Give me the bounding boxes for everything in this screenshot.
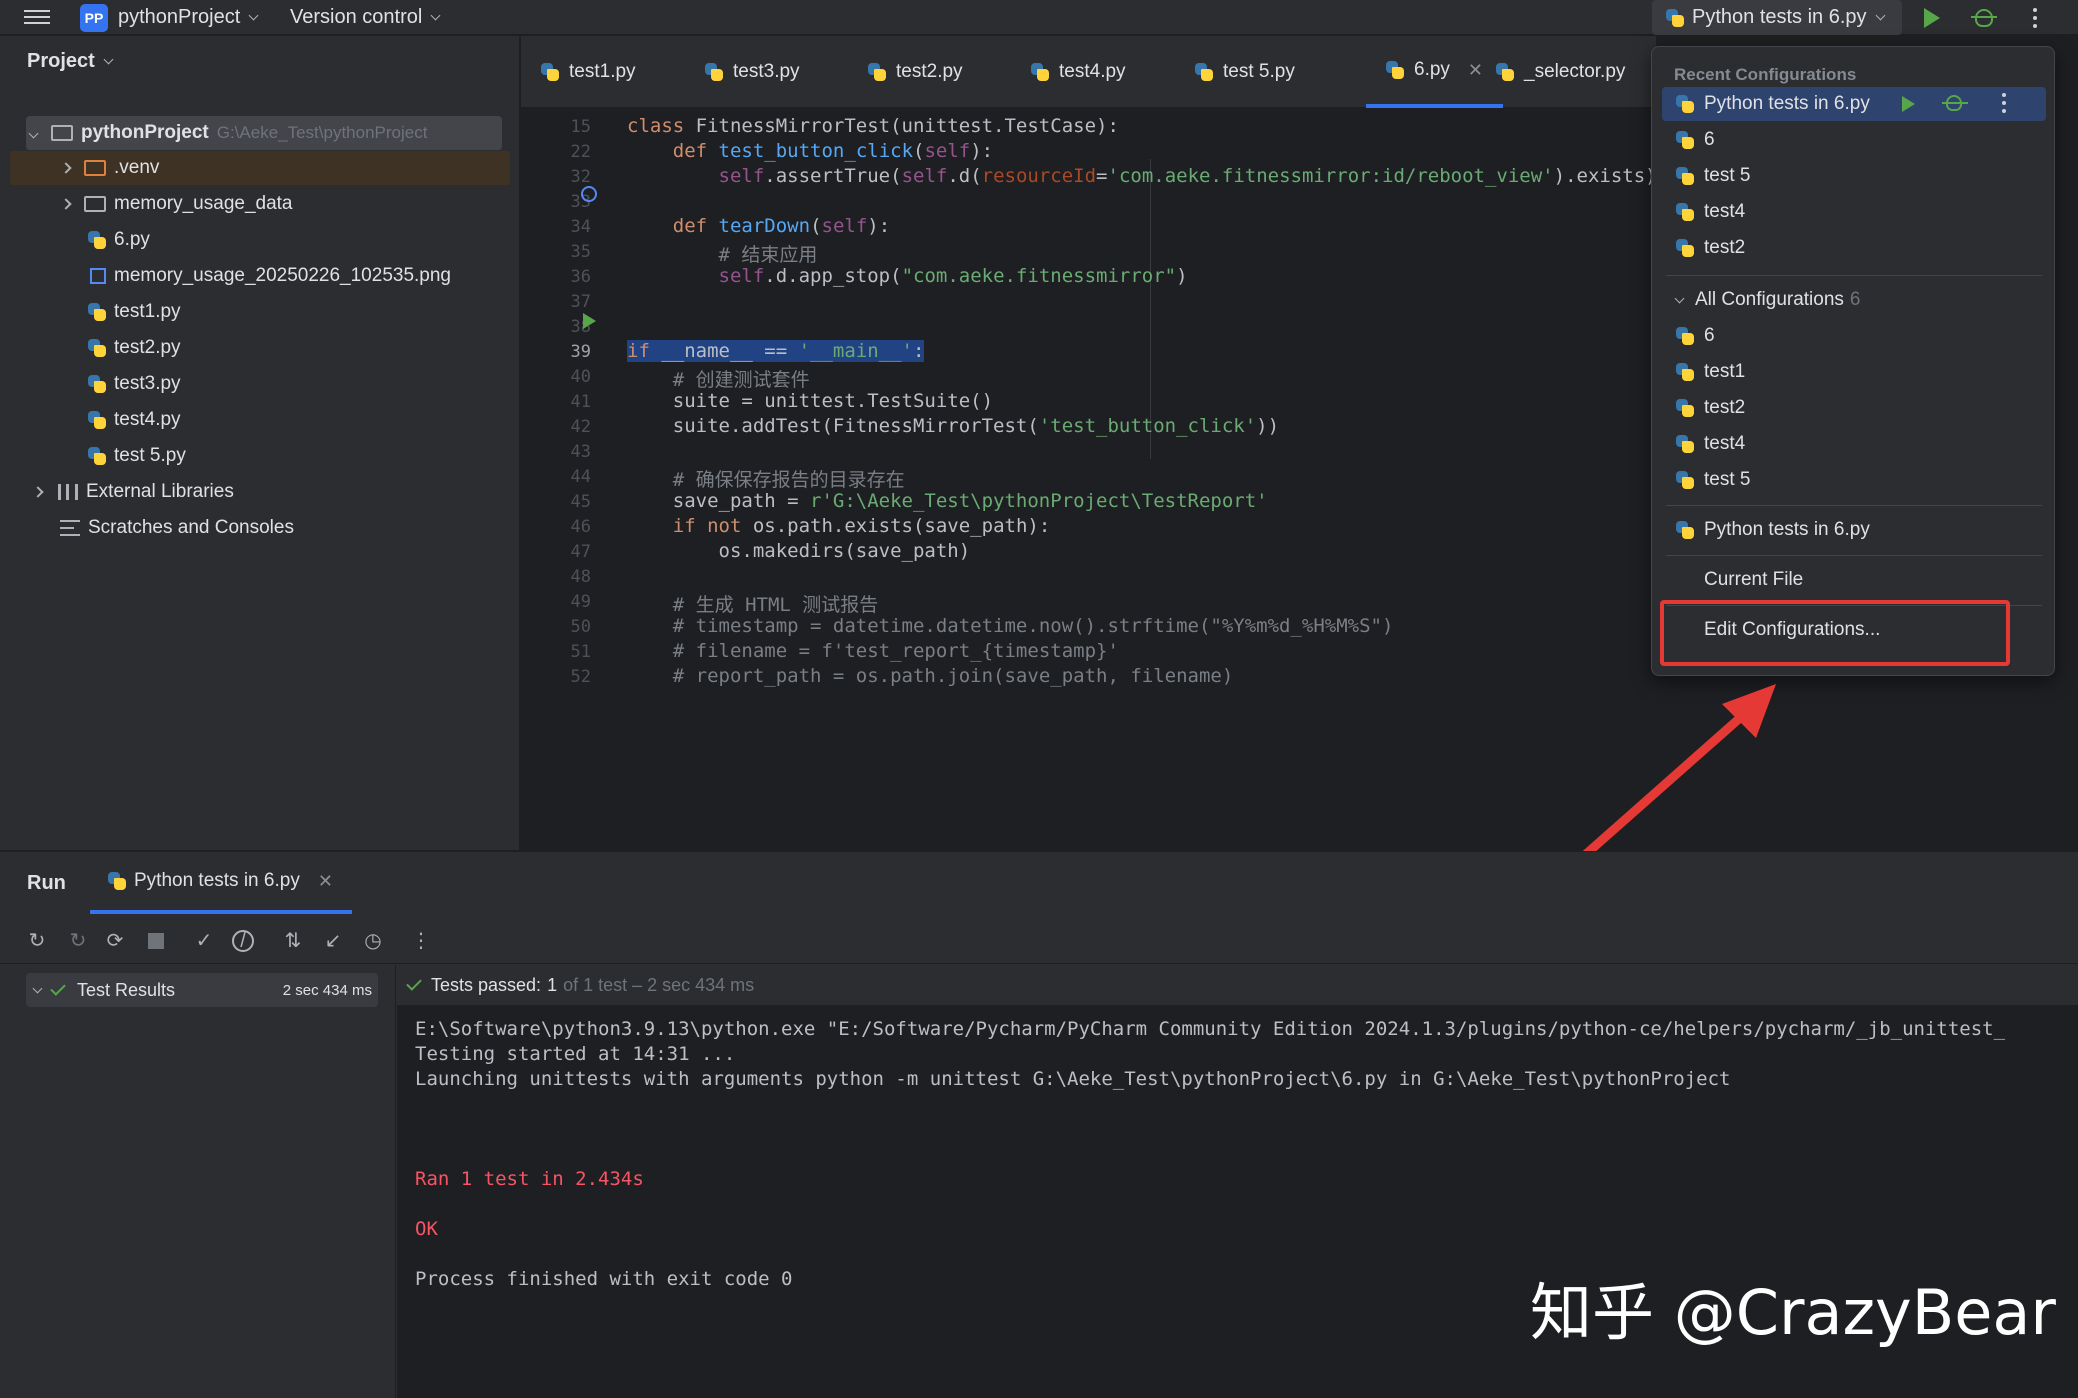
collapse-arrow-icon: [32, 983, 43, 993]
show-passed-icon[interactable]: ✓: [193, 930, 215, 952]
more-icon[interactable]: ⋮: [410, 930, 432, 952]
toggle-auto-test-icon[interactable]: ⟳: [104, 930, 126, 952]
console-line: Process finished with exit code 0: [415, 1268, 793, 1290]
import-tests-icon[interactable]: ↙: [322, 930, 344, 952]
results-time: 2 sec 434 ms: [282, 981, 372, 999]
passed-check-icon: [50, 980, 66, 996]
console-line: OK: [415, 1218, 438, 1240]
test-status-line: Tests passed: 1 of 1 test – 2 sec 434 ms: [397, 965, 2078, 1005]
watermark: 知乎 @CrazyBear: [1530, 1276, 2056, 1349]
run-panel-title: Run: [27, 872, 66, 894]
passed-check-icon: [406, 975, 422, 991]
console-line: Launching unittests with arguments pytho…: [415, 1068, 1731, 1090]
console-line: Testing started at 14:31 ...: [415, 1043, 736, 1065]
test-results-row[interactable]: Test Results 2 sec 434 ms: [26, 973, 378, 1007]
console-line: Ran 1 test in 2.434s: [415, 1168, 644, 1190]
sort-icon[interactable]: ⇅: [282, 930, 304, 952]
test-results-tree: Test Results 2 sec 434 ms: [0, 965, 396, 1398]
rerun-failed-icon[interactable]: ↻: [67, 930, 89, 952]
console-line: E:\Software\python3.9.13\python.exe "E:/…: [415, 1018, 2006, 1040]
run-tab[interactable]: Python tests in 6.py ✕: [90, 852, 352, 914]
run-toolbar: ↻ ↻ ⟳ ✓ / ⇅ ↙ ◷ ⋮: [0, 918, 2078, 964]
show-ignored-icon[interactable]: /: [232, 930, 254, 952]
rerun-icon[interactable]: ↻: [26, 930, 48, 952]
close-tab-icon[interactable]: ✕: [318, 871, 333, 892]
python-test-icon: [108, 872, 126, 890]
history-icon[interactable]: ◷: [362, 930, 384, 952]
stop-icon[interactable]: [145, 930, 167, 952]
